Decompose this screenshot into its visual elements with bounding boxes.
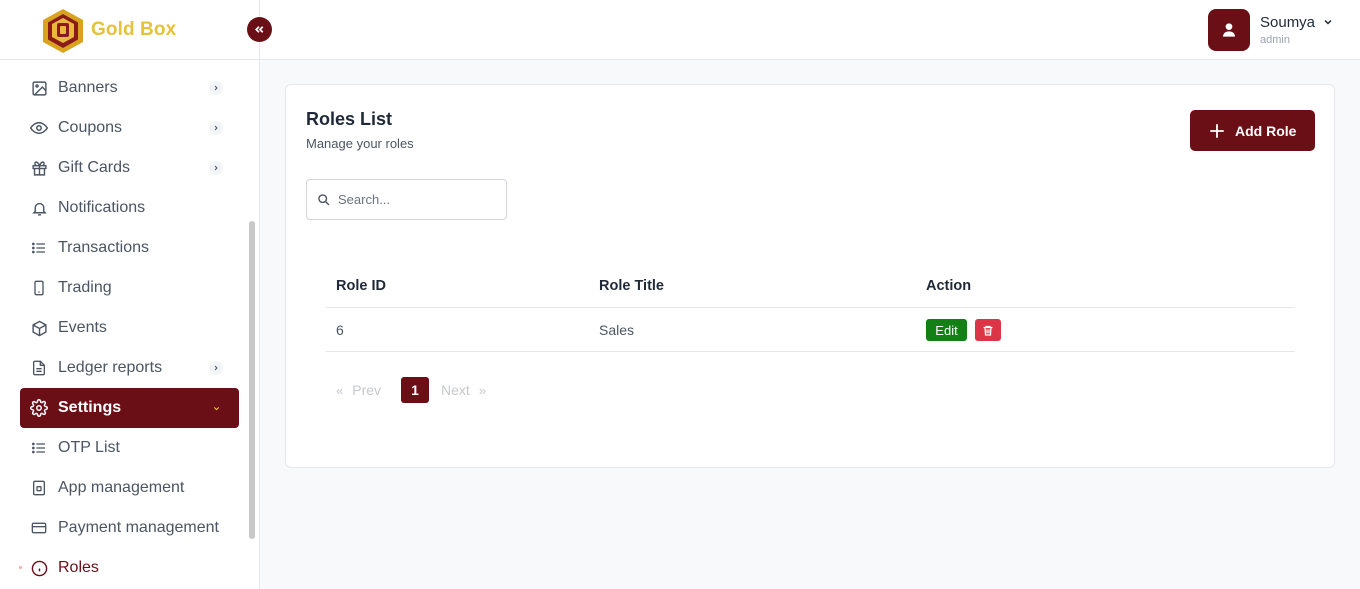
search-input[interactable] — [338, 192, 488, 207]
sidebar-item-label: Gift Cards — [58, 159, 131, 176]
user-icon — [1223, 23, 1235, 37]
chevron-right-icon — [209, 81, 223, 95]
cell-action: Edit — [926, 308, 1001, 352]
prev-page-button[interactable]: « Prev — [336, 382, 381, 398]
plus-icon — [1208, 122, 1226, 140]
sidebar-item-label: OTP List — [58, 439, 120, 456]
gear-icon — [30, 399, 48, 417]
next-page-button[interactable]: Next » — [441, 382, 486, 398]
sidebar: Gold Box Banners Coupons Gift Cards Noti… — [0, 0, 260, 589]
collapse-sidebar-button[interactable] — [247, 17, 272, 42]
sidebar-item-label: Notifications — [58, 199, 146, 216]
user-role: admin — [1260, 34, 1290, 46]
sidebar-scrollbar[interactable] — [249, 221, 255, 539]
double-chevron-left-icon — [255, 26, 264, 33]
prev-label: Prev — [352, 382, 382, 398]
document-icon — [30, 359, 48, 377]
delete-button[interactable] — [975, 319, 1001, 341]
info-icon — [30, 559, 48, 577]
search-box[interactable] — [306, 179, 507, 220]
next-label: Next — [441, 382, 470, 398]
eye-icon — [30, 119, 48, 137]
list-icon — [30, 439, 48, 457]
gold-box-logo — [43, 9, 83, 53]
page-title: Roles List — [306, 109, 393, 129]
sidebar-item-label: Payment management — [58, 519, 219, 536]
column-header-role-title: Role Title — [599, 278, 664, 294]
page-subtitle: Manage your roles — [306, 136, 414, 151]
table-row: 6 Sales Edit — [326, 308, 1295, 352]
gift-icon — [30, 159, 48, 177]
device-icon — [30, 479, 48, 497]
search-icon — [317, 193, 330, 206]
chevron-right-icon — [209, 361, 223, 375]
sidebar-item-settings[interactable]: Settings — [20, 388, 239, 428]
sidebar-item-label: Banners — [58, 79, 118, 96]
pagination: « Prev 1 Next » — [336, 377, 486, 403]
sidebar-item-label: Trading — [58, 279, 112, 296]
page-number-button[interactable]: 1 — [401, 377, 430, 403]
chevron-right-icon — [209, 121, 223, 135]
sidebar-item-label: Roles — [58, 559, 99, 576]
chevron-down-icon[interactable] — [1322, 15, 1334, 33]
sidebar-item-coupons[interactable]: Coupons — [20, 108, 239, 148]
image-icon — [30, 79, 48, 97]
table-header-row: Role ID Role Title Action — [326, 264, 1295, 308]
sidebar-item-ledger-reports[interactable]: Ledger reports — [20, 348, 239, 388]
cube-icon — [30, 319, 48, 337]
sidebar-item-label: App management — [58, 479, 185, 496]
logo-bar: Gold Box — [0, 0, 259, 60]
credit-card-icon — [30, 519, 48, 537]
cell-role-id: 6 — [336, 322, 344, 338]
top-header: Soumya admin — [260, 0, 1360, 60]
prev-arrow: « — [336, 382, 344, 398]
column-header-action: Action — [926, 278, 972, 294]
sidebar-item-banners[interactable]: Banners — [20, 68, 239, 108]
sidebar-item-label: Settings — [58, 399, 122, 416]
sidebar-item-label: Events — [58, 319, 107, 336]
next-arrow: » — [478, 382, 487, 398]
avatar[interactable] — [1208, 9, 1250, 51]
roles-card: Roles List Manage your roles Add Role Ro… — [285, 84, 1335, 468]
user-name[interactable]: Soumya — [1260, 14, 1315, 31]
sidebar-item-label: Coupons — [58, 119, 123, 136]
sidebar-item-label: Ledger reports — [58, 359, 163, 376]
brand-name: Gold Box — [91, 19, 177, 40]
sidebar-item-gift-cards[interactable]: Gift Cards — [20, 148, 239, 188]
add-role-button[interactable]: Add Role — [1190, 110, 1315, 151]
chevron-down-icon — [209, 401, 223, 415]
roles-table: Role ID Role Title Action 6 Sales Edit — [326, 264, 1295, 352]
column-header-role-id: Role ID — [336, 278, 386, 294]
sidebar-item-trading[interactable]: Trading — [20, 268, 239, 308]
sidebar-item-payment-management[interactable]: Payment management — [20, 508, 239, 548]
sidebar-nav: Banners Coupons Gift Cards Notifications — [0, 68, 259, 588]
edit-button[interactable]: Edit — [926, 319, 967, 341]
cell-role-title: Sales — [599, 322, 635, 338]
chevron-right-icon — [209, 161, 223, 175]
trash-icon — [983, 325, 993, 336]
bell-icon — [30, 199, 48, 217]
sidebar-item-roles[interactable]: Roles — [19, 548, 239, 588]
active-dot — [19, 566, 22, 569]
sidebar-item-notifications[interactable]: Notifications — [20, 188, 239, 228]
phone-icon — [30, 279, 48, 297]
sidebar-item-transactions[interactable]: Transactions — [20, 228, 239, 268]
sidebar-item-events[interactable]: Events — [20, 308, 239, 348]
sidebar-item-otp-list[interactable]: OTP List — [20, 428, 239, 468]
list-icon — [30, 239, 48, 257]
sidebar-item-label: Transactions — [58, 239, 149, 256]
add-role-label: Add Role — [1235, 122, 1297, 139]
sidebar-item-app-management[interactable]: App management — [20, 468, 239, 508]
